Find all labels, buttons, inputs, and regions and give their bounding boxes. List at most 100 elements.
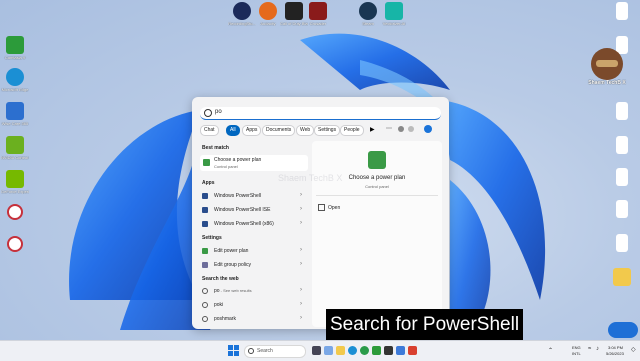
detail-pane: Choose a power plan Control panel Open <box>312 141 442 327</box>
desktop-icon-geforce[interactable]: GeForce Experience <box>1 170 29 194</box>
chevron-right-icon: › <box>300 301 302 307</box>
more-icon[interactable]: ⋯ <box>386 125 392 132</box>
web-item-po[interactable]: po - See web results › <box>200 286 304 296</box>
clock-time[interactable]: 3:04 PM <box>608 345 623 350</box>
search-icon <box>248 348 254 354</box>
powershell-icon <box>202 193 208 199</box>
desktop-icon-file-6[interactable] <box>608 200 636 218</box>
desktop-icon-media-2[interactable] <box>1 236 29 252</box>
play-icon[interactable]: ▶ <box>370 126 375 133</box>
steam-icon <box>359 2 377 20</box>
filter-apps[interactable]: Apps <box>242 125 262 136</box>
filter-web[interactable]: Web <box>296 125 315 136</box>
camtasia-icon[interactable] <box>372 346 381 355</box>
wise-care-icon <box>6 102 24 120</box>
web-item-poki[interactable]: poki › <box>200 300 304 310</box>
desktop-icon-media-1[interactable] <box>1 204 29 220</box>
file-icon <box>616 168 628 186</box>
clock-date[interactable]: 5/26/2023 <box>606 351 624 356</box>
game-icon <box>285 2 303 20</box>
chevron-up-icon[interactable]: ⌃ <box>548 347 553 354</box>
group-policy-icon <box>202 262 208 268</box>
desktop-icon-file-4[interactable] <box>608 136 636 154</box>
nvidia-icon <box>6 136 24 154</box>
desktop-icon-vectorizer[interactable]: Vectorizer.AI <box>380 2 408 26</box>
corner-bubble[interactable] <box>608 322 638 338</box>
filter-chat[interactable]: Chat <box>200 125 219 136</box>
geforce-icon <box>6 170 24 188</box>
search-icon <box>202 288 208 294</box>
desktop-icon-audacity[interactable]: Audacity <box>254 2 282 26</box>
desktop-icon-file-3[interactable] <box>608 102 636 120</box>
desktop-icon-folder[interactable] <box>608 268 636 286</box>
start-button[interactable] <box>228 345 239 356</box>
app-item-powershell-x86[interactable]: Windows PowerShell (x86) › <box>200 219 304 229</box>
chevron-right-icon: › <box>300 261 302 267</box>
edge-icon[interactable] <box>348 346 357 355</box>
desktop-icon-file-1[interactable] <box>608 2 636 20</box>
web-item-poshmark[interactable]: poshmark › <box>200 314 304 324</box>
best-match-header: Best match <box>202 145 229 151</box>
start-search-panel: po Chat All Apps Documents Web Settings … <box>192 97 449 329</box>
desktop-icon-camtasia[interactable]: Camtasia 9 <box>1 36 29 60</box>
account-icon[interactable] <box>408 126 414 132</box>
power-plan-large-icon <box>368 151 386 169</box>
setting-item-edit-group-policy[interactable]: Edit group policy › <box>200 260 304 270</box>
task-view-icon[interactable] <box>312 346 321 355</box>
desktop-icon-nvidia-panel[interactable]: NVIDIA Control Panel <box>1 136 29 160</box>
profile-avatar: Shaem TechB X <box>587 48 627 86</box>
tray-language[interactable]: ENG <box>572 345 581 350</box>
search-icon <box>204 109 212 117</box>
desktop-icon-file-7[interactable] <box>608 234 636 252</box>
power-plan-icon <box>203 159 210 166</box>
desktop-icon-file-5[interactable] <box>608 168 636 186</box>
avatar-icon <box>591 48 623 80</box>
app-item-powershell[interactable]: Windows PowerShell › <box>200 191 304 201</box>
filter-people[interactable]: People <box>340 125 364 136</box>
power-plan-icon <box>202 248 208 254</box>
wifi-icon[interactable]: ≈ <box>588 346 591 352</box>
web-header: Search the web <box>202 276 239 282</box>
volume-icon[interactable]: ♪ <box>596 346 599 352</box>
search-icon <box>202 316 208 322</box>
best-match-item[interactable]: Choose a power plan Control panel <box>200 155 308 171</box>
store-icon[interactable] <box>396 346 405 355</box>
chevron-right-icon: › <box>300 287 302 293</box>
start-search-input[interactable]: po <box>200 107 441 120</box>
desktop-icon-wise-care[interactable]: Wise Care 365 <box>1 102 29 126</box>
detail-subtitle: Control panel <box>365 184 389 189</box>
filter-documents[interactable]: Documents <box>262 125 296 136</box>
watermark-text: Shaem TechB X <box>278 173 343 183</box>
widgets-icon[interactable] <box>324 346 333 355</box>
bing-icon[interactable] <box>424 125 432 133</box>
desktop-icon-steam[interactable]: Steam <box>354 2 382 26</box>
recorder-icon[interactable] <box>408 346 417 355</box>
file-icon <box>616 234 628 252</box>
desktop-icon-edge[interactable]: Microsoft Edge <box>1 68 29 92</box>
setting-item-edit-power-plan[interactable]: Edit power plan › <box>200 246 304 256</box>
tray-region: INTL <box>572 351 581 356</box>
media-player-icon <box>7 204 23 220</box>
chevron-right-icon: › <box>300 192 302 198</box>
file-icon <box>616 200 628 218</box>
taskbar-search[interactable]: Search <box>244 345 306 358</box>
search-filter-bar: Chat All Apps Documents Web Settings Peo… <box>200 125 445 136</box>
terminal-icon[interactable] <box>384 346 393 355</box>
folder-icon <box>613 268 631 286</box>
filter-settings[interactable]: Settings <box>314 125 341 136</box>
media-player-icon <box>7 236 23 252</box>
file-explorer-icon[interactable] <box>336 346 345 355</box>
chrome-icon[interactable] <box>360 346 369 355</box>
desktop-icon-crusader[interactable]: Crusader <box>304 2 332 26</box>
settings-header: Settings <box>202 235 222 241</box>
search-icon <box>202 302 208 308</box>
chevron-right-icon: › <box>300 220 302 226</box>
open-button[interactable]: Open <box>318 204 358 212</box>
filter-all[interactable]: All <box>226 125 240 136</box>
desktop-icon-recording-studio[interactable]: RecordingStu... <box>228 2 256 26</box>
file-icon <box>616 102 628 120</box>
app-item-powershell-ise[interactable]: Windows PowerShell ISE › <box>200 205 304 215</box>
notification-icon[interactable]: ◇ <box>631 346 636 353</box>
windows-logo-icon <box>228 345 233 350</box>
rewards-icon[interactable] <box>398 126 404 132</box>
